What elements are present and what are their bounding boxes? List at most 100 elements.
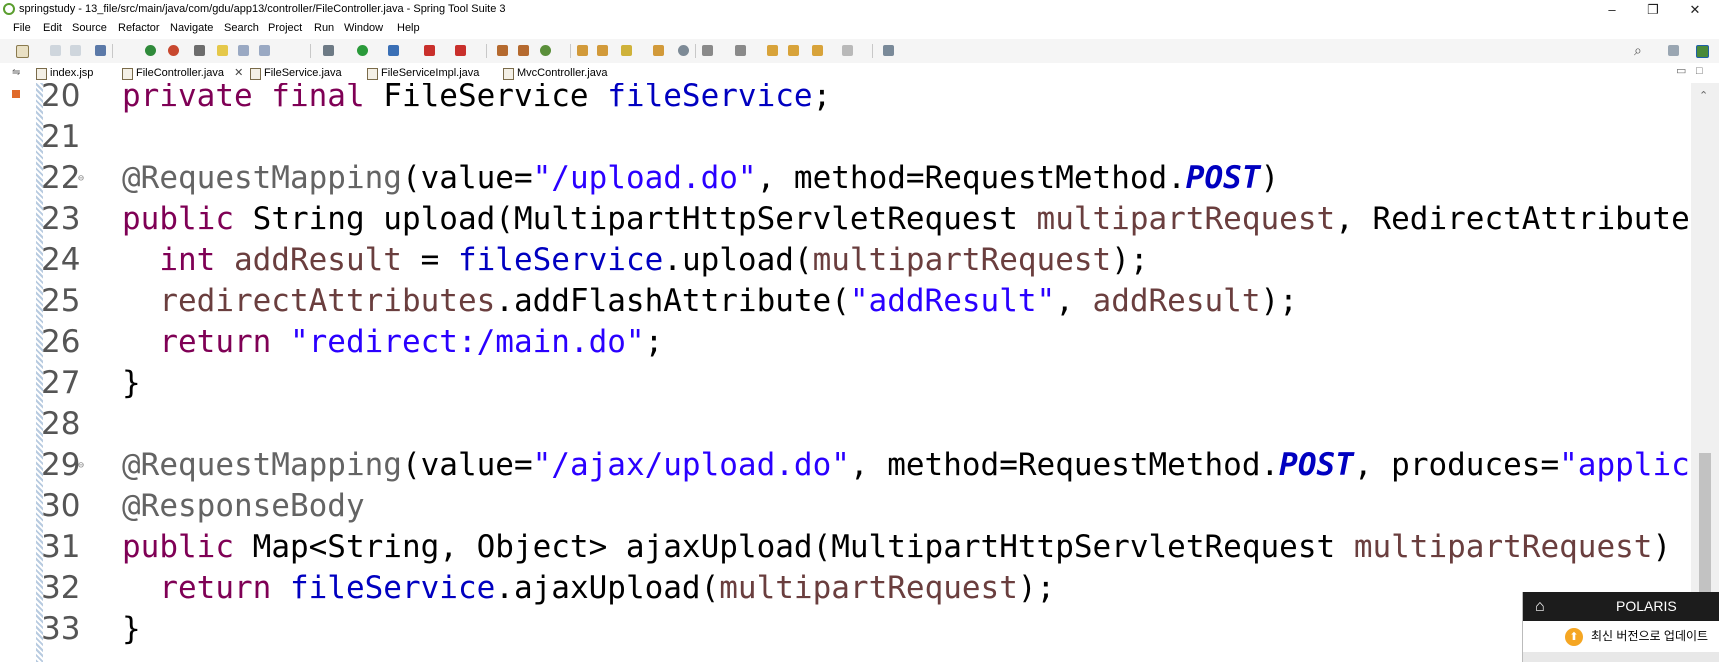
pin-icon[interactable] <box>194 45 205 56</box>
menu-help[interactable]: Help <box>397 19 420 37</box>
title-bar: springstudy - 13_file/src/main/java/com/… <box>0 0 1719 19</box>
line-number: 26 <box>41 324 81 360</box>
menu-search[interactable]: Search <box>224 19 259 37</box>
back-arrow-icon[interactable] <box>812 45 823 56</box>
menu-run[interactable]: Run <box>314 19 334 37</box>
spring-perspective-icon[interactable] <box>1696 45 1709 58</box>
code-token: (value= <box>401 160 533 196</box>
close-icon[interactable]: ✕ <box>234 67 243 79</box>
popup-body[interactable]: ⬆ 최신 버전으로 업데이트 <box>1523 621 1719 652</box>
toolbar: ⌕ <box>0 39 1719 63</box>
restore-button[interactable]: ❐ <box>1633 0 1673 19</box>
forward-arrow-icon[interactable] <box>842 45 853 56</box>
new-class-icon[interactable] <box>540 45 551 56</box>
menu-edit[interactable]: Edit <box>43 19 62 37</box>
tab-mvccontroller-java[interactable]: MvcController.java <box>503 63 607 83</box>
whitespace-icon[interactable] <box>259 45 270 56</box>
code-token: = <box>401 242 458 278</box>
back-icon[interactable] <box>788 45 799 56</box>
code-token: POST <box>1279 447 1354 483</box>
refresh-icon[interactable] <box>168 45 179 56</box>
menu-project[interactable]: Project <box>268 19 302 37</box>
tab-label: FileController.java <box>136 67 225 79</box>
menu-refactor[interactable]: Refactor <box>118 19 160 37</box>
line-number: 32 <box>41 570 81 606</box>
pin-editor-icon[interactable] <box>883 45 894 56</box>
spring-icon[interactable] <box>145 45 156 56</box>
tab-label: FileServiceImpl.java <box>381 67 480 79</box>
spring-tool-suite-icon <box>3 3 15 15</box>
external-tools-icon[interactable] <box>388 45 399 56</box>
code-token: return <box>159 324 290 360</box>
package-explorer-icon[interactable]: ⇋ <box>12 63 20 83</box>
code-text: @RequestMapping(value="/ajax/upload.do",… <box>122 445 1719 486</box>
code-token: Map<String, Object> ajaxUpload(Multipart… <box>252 529 1354 565</box>
minimize-button[interactable]: – <box>1592 0 1632 19</box>
home-icon[interactable]: ⌂ <box>1535 592 1545 621</box>
open-perspective-icon[interactable] <box>1668 45 1679 56</box>
minimize-editor-icon[interactable]: ▭ <box>1676 61 1686 81</box>
code-token: return <box>159 570 290 606</box>
update-message[interactable]: 최신 버전으로 업데이트 <box>1591 621 1708 652</box>
java-file-icon <box>250 68 261 80</box>
menu-navigate[interactable]: Navigate <box>170 19 213 37</box>
console-icon[interactable] <box>95 45 106 56</box>
code-editor[interactable]: 20 private final FileService fileService;… <box>0 83 1719 662</box>
close-button[interactable]: ✕ <box>1675 0 1715 19</box>
code-token: redirectAttributes <box>159 283 496 319</box>
tab-fileserviceimpl-java[interactable]: FileServiceImpl.java <box>367 63 479 83</box>
popup-footer <box>1523 652 1719 662</box>
line-number: 30 <box>41 488 81 524</box>
block-select-icon[interactable] <box>238 45 249 56</box>
code-token: ; <box>644 324 664 360</box>
new-package-icon[interactable] <box>518 45 529 56</box>
open-task-icon[interactable] <box>597 45 608 56</box>
code-token: .ajaxUpload( <box>495 570 720 606</box>
code-token: .upload( <box>663 242 813 278</box>
stop-icon[interactable] <box>424 45 435 56</box>
code-token: String upload(MultipartHttpServletReques… <box>252 201 1037 237</box>
line-number: 33 <box>41 611 81 647</box>
code-token: (value= <box>401 447 533 483</box>
vertical-scrollbar[interactable]: ⌃ <box>1691 83 1719 662</box>
tab-index-jsp[interactable]: index.jsp <box>36 63 93 83</box>
last-edit-icon[interactable] <box>767 45 778 56</box>
save-icon[interactable] <box>50 45 61 56</box>
code-token: multipartRequest <box>1036 201 1336 237</box>
code-token: "/upload.do" <box>532 160 757 196</box>
code-token: public <box>122 201 253 237</box>
code-token: , produces= <box>1353 447 1560 483</box>
code-token: .addFlashAttribute( <box>495 283 850 319</box>
search-icon[interactable]: ⌕ <box>1634 42 1642 59</box>
debug-icon[interactable] <box>323 45 334 56</box>
highlight-icon[interactable] <box>217 45 228 56</box>
server-icon[interactable] <box>455 45 466 56</box>
update-notification-popup[interactable]: ⌂ POLARIS OFFIC ⬆ 최신 버전으로 업데이트 <box>1522 592 1719 662</box>
code-text: } <box>122 363 141 404</box>
previous-annotation-icon[interactable] <box>735 45 746 56</box>
save-all-icon[interactable] <box>70 45 81 56</box>
code-token: } <box>122 611 141 647</box>
code-text: } <box>122 609 141 650</box>
open-type-icon[interactable] <box>577 45 588 56</box>
tab-fileservice-java[interactable]: FileService.java <box>250 63 342 83</box>
new-icon[interactable] <box>16 45 29 58</box>
new-java-project-icon[interactable] <box>497 45 508 56</box>
menu-file[interactable]: File <box>13 19 31 37</box>
tab-filecontroller-java[interactable]: FileController.java ✕ <box>122 63 243 83</box>
code-token: ) <box>1260 160 1280 196</box>
open-folder-icon[interactable] <box>653 45 664 56</box>
menu-window[interactable]: Window <box>344 19 383 37</box>
next-annotation-icon[interactable] <box>702 45 713 56</box>
run-icon[interactable] <box>357 45 368 56</box>
fold-icon[interactable]: ⊖ <box>78 445 84 486</box>
search-tool-icon[interactable] <box>621 45 632 56</box>
globe-icon[interactable] <box>678 45 689 56</box>
code-token: "redirect:/main.do" <box>289 324 645 360</box>
scroll-up-icon[interactable]: ⌃ <box>1699 89 1708 102</box>
menu-source[interactable]: Source <box>72 19 107 37</box>
code-token: @RequestMapping <box>122 160 402 196</box>
maximize-editor-icon[interactable]: □ <box>1696 61 1703 81</box>
fold-icon[interactable]: ⊖ <box>78 158 84 199</box>
